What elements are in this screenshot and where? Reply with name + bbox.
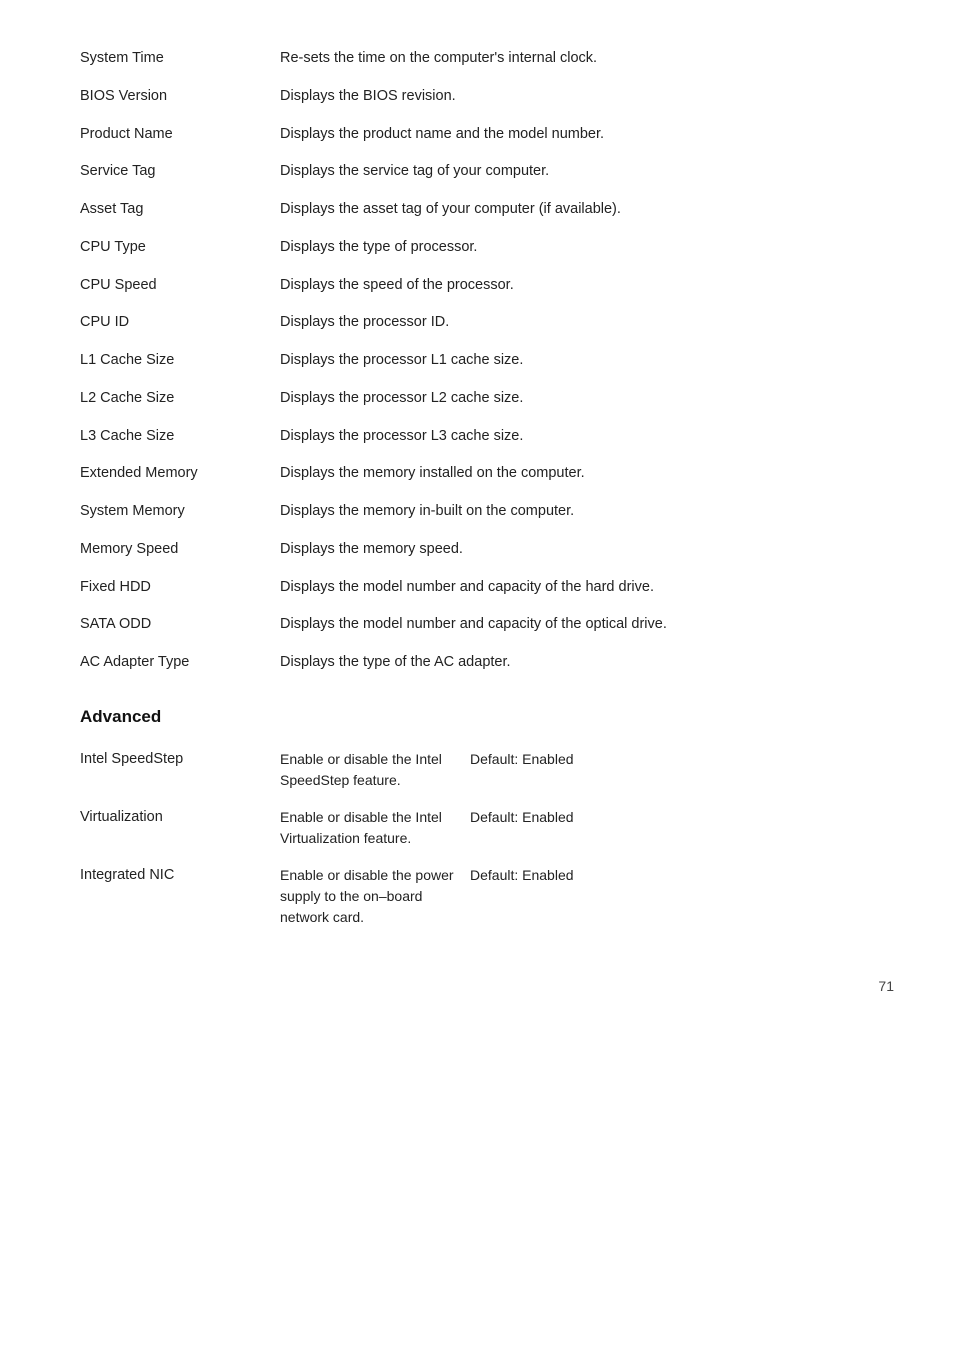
row-default: Default: Enabled [470,749,574,770]
row-description: Re-sets the time on the computer's inter… [280,48,894,70]
row-description: Displays the type of processor. [280,237,894,259]
row-middle: Enable or disable the power supply to th… [280,865,470,928]
table-row: SATA ODD Displays the model number and c… [80,606,894,644]
table-row: Integrated NIC Enable or disable the pow… [80,857,894,936]
row-label: Product Name [80,124,280,146]
table-row: Memory Speed Displays the memory speed. [80,531,894,569]
system-info-table: System Time Re-sets the time on the comp… [80,40,894,682]
table-row: System Memory Displays the memory in-bui… [80,493,894,531]
row-label: BIOS Version [80,86,280,108]
row-description: Displays the processor L3 cache size. [280,426,894,448]
table-row: Service Tag Displays the service tag of … [80,153,894,191]
row-middle: Enable or disable the Intel SpeedStep fe… [280,749,470,791]
row-description: Displays the processor ID. [280,312,894,334]
row-label: System Memory [80,501,280,523]
table-row: AC Adapter Type Displays the type of the… [80,644,894,682]
table-row: CPU Type Displays the type of processor. [80,229,894,267]
table-row: Intel SpeedStep Enable or disable the In… [80,741,894,799]
table-row: BIOS Version Displays the BIOS revision. [80,78,894,116]
row-description: Displays the processor L2 cache size. [280,388,894,410]
table-row: L3 Cache Size Displays the processor L3 … [80,418,894,456]
row-description: Displays the BIOS revision. [280,86,894,108]
row-middle: Enable or disable the Intel Virtualizati… [280,807,470,849]
row-label: Integrated NIC [80,865,280,887]
row-label: CPU ID [80,312,280,334]
row-description: Displays the memory in-built on the comp… [280,501,894,523]
table-row: L2 Cache Size Displays the processor L2 … [80,380,894,418]
row-label: SATA ODD [80,614,280,636]
row-label: Intel SpeedStep [80,749,280,771]
row-label: Extended Memory [80,463,280,485]
row-label: System Time [80,48,280,70]
row-label: Asset Tag [80,199,280,221]
table-row: CPU Speed Displays the speed of the proc… [80,267,894,305]
advanced-header: Advanced [80,704,894,730]
row-description: Displays the model number and capacity o… [280,614,894,636]
row-description: Displays the model number and capacity o… [280,577,894,599]
row-label: Virtualization [80,807,280,829]
row-description: Displays the asset tag of your computer … [280,199,894,221]
advanced-section: Advanced Intel SpeedStep Enable or disab… [80,704,894,937]
row-default: Default: Enabled [470,865,574,886]
table-row: Virtualization Enable or disable the Int… [80,799,894,857]
row-label: Memory Speed [80,539,280,561]
row-label: CPU Type [80,237,280,259]
table-row: Fixed HDD Displays the model number and … [80,569,894,607]
row-description: Displays the type of the AC adapter. [280,652,894,674]
row-description: Displays the service tag of your compute… [280,161,894,183]
row-label: AC Adapter Type [80,652,280,674]
table-row: Product Name Displays the product name a… [80,116,894,154]
table-row: System Time Re-sets the time on the comp… [80,40,894,78]
row-label: CPU Speed [80,275,280,297]
row-description: Displays the processor L1 cache size. [280,350,894,372]
row-default: Default: Enabled [470,807,574,828]
row-description: Displays the memory installed on the com… [280,463,894,485]
row-label: L3 Cache Size [80,426,280,448]
page-number: 71 [80,976,894,997]
table-row: CPU ID Displays the processor ID. [80,304,894,342]
row-description: Displays the product name and the model … [280,124,894,146]
row-label: L2 Cache Size [80,388,280,410]
row-description: Displays the speed of the processor. [280,275,894,297]
table-row: Extended Memory Displays the memory inst… [80,455,894,493]
table-row: Asset Tag Displays the asset tag of your… [80,191,894,229]
row-label: Fixed HDD [80,577,280,599]
table-row: L1 Cache Size Displays the processor L1 … [80,342,894,380]
row-label: Service Tag [80,161,280,183]
row-description: Displays the memory speed. [280,539,894,561]
row-label: L1 Cache Size [80,350,280,372]
